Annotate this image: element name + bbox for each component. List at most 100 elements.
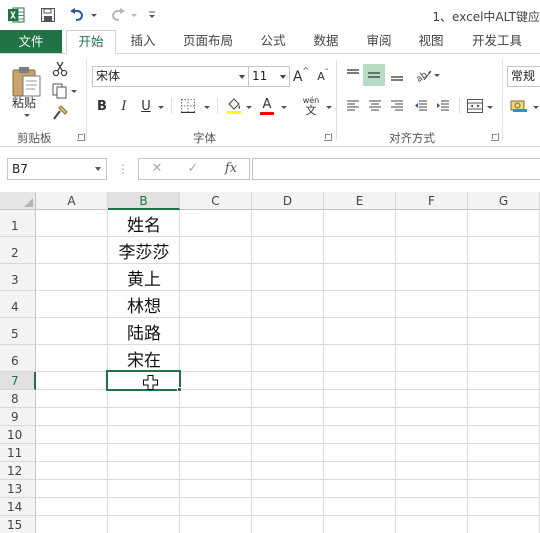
tab-insert[interactable]: 插入 [120,30,166,54]
paste-dropdown-icon[interactable] [24,114,30,117]
select-all-button[interactable] [0,192,36,210]
accounting-dropdown-icon[interactable] [533,106,539,109]
decrease-indent-button[interactable] [410,96,432,116]
fill-color-button[interactable] [224,96,244,116]
cell-b1[interactable]: 姓名 [108,210,180,236]
row-header-5[interactable]: 5 [0,318,36,345]
borders-button[interactable] [178,97,198,115]
row-header-8[interactable]: 8 [0,390,36,408]
row-header-2[interactable]: 2 [0,237,36,264]
format-painter-icon [53,105,68,120]
tab-home[interactable]: 开始 [66,30,116,54]
column-header-f[interactable]: F [396,192,468,210]
clipboard-dialog-launcher[interactable] [77,133,85,141]
row-header-15[interactable]: 15 [0,516,36,533]
column-header-g[interactable]: G [468,192,540,210]
increase-font-icon: A [292,68,303,85]
cancel-button[interactable]: ✕ [146,158,168,180]
paste-label[interactable]: 粘贴 [12,94,36,111]
save-button[interactable] [38,5,58,25]
merge-cells-icon [467,99,483,113]
tab-view[interactable]: 视图 [408,30,454,54]
fill-color-dropdown-icon[interactable] [246,106,252,109]
redo-dropdown-icon[interactable] [131,14,137,17]
paint-bucket-icon [227,98,241,114]
row-header-14[interactable]: 14 [0,498,36,516]
cell-b6[interactable]: 宋在 [108,345,180,371]
name-box[interactable]: B7 [7,158,107,180]
alignment-dialog-launcher[interactable] [491,133,499,141]
align-left-button[interactable] [342,96,364,116]
merge-dropdown-icon[interactable] [487,106,493,109]
column-header-c[interactable]: C [180,192,252,210]
tab-formulas[interactable]: 公式 [250,30,296,54]
accounting-format-button[interactable] [508,96,530,116]
tab-page-layout[interactable]: 页面布局 [175,30,241,54]
phonetic-guide-button[interactable]: wén 文 [298,94,324,118]
row-header-1[interactable]: 1 [0,210,36,237]
underline-button[interactable]: U [138,96,154,116]
decrease-font-size-button[interactable]: Aˇ [315,66,331,87]
increase-font-size-button[interactable]: A ^ [293,66,309,87]
font-name-value: 宋体 [96,69,121,83]
middle-align-button[interactable] [363,64,385,86]
format-painter-button[interactable] [50,104,70,122]
underline-dropdown-icon[interactable] [158,106,164,109]
row-header-7[interactable]: 7 [0,372,36,390]
phonetic-dropdown-icon[interactable] [326,106,332,109]
bottom-align-button[interactable] [386,64,408,86]
font-dialog-launcher[interactable] [324,133,332,141]
row-header-11[interactable]: 11 [0,444,36,462]
bold-button[interactable]: B [94,96,110,116]
cell-b4[interactable]: 林想 [108,291,180,317]
more-options-icon[interactable]: ⋮ [116,158,130,180]
tab-data[interactable]: 数据 [303,30,349,54]
copy-button[interactable] [50,82,70,100]
alignment-group-label: 对齐方式 [389,131,435,145]
align-center-button[interactable] [364,96,386,116]
font-name-combobox[interactable]: 宋体 [92,66,249,87]
fill-handle[interactable] [177,387,182,392]
font-size-combobox[interactable]: 11 [248,66,290,87]
cell-b5[interactable]: 陆路 [108,318,180,344]
cell-b2[interactable]: 李莎莎 [108,237,180,263]
align-right-button[interactable] [386,96,408,116]
tab-review[interactable]: 审阅 [356,30,402,54]
redo-button[interactable] [107,5,129,25]
copy-dropdown-icon[interactable] [71,90,77,93]
undo-dropdown-icon[interactable] [91,14,97,17]
tab-developer[interactable]: 开发工具 [464,30,530,54]
row-header-3[interactable]: 3 [0,264,36,291]
row-header-9[interactable]: 9 [0,408,36,426]
row-header-13[interactable]: 13 [0,480,36,498]
borders-dropdown-icon[interactable] [204,106,210,109]
italic-icon: I [121,98,127,114]
column-header-b[interactable]: B [108,192,180,210]
row-header-6[interactable]: 6 [0,345,36,372]
increase-indent-button[interactable] [432,96,454,116]
top-align-button[interactable] [342,64,364,86]
separator [459,98,460,114]
italic-button[interactable]: I [116,96,132,116]
formula-input[interactable] [252,158,540,180]
column-header-e[interactable]: E [324,192,396,210]
font-color-dropdown-icon[interactable] [281,106,287,109]
row-header-12[interactable]: 12 [0,462,36,480]
orientation-dropdown-icon[interactable] [434,74,440,77]
enter-button[interactable]: ✓ [182,158,204,180]
customize-quick-access-button[interactable] [145,5,159,25]
cell-b3[interactable]: 黄上 [108,264,180,290]
number-format-combobox[interactable]: 常规 [507,66,540,87]
font-color-button[interactable]: A [258,96,276,116]
separator [502,60,503,140]
column-header-d[interactable]: D [252,192,324,210]
row-header-10[interactable]: 10 [0,426,36,444]
undo-button[interactable] [66,5,88,25]
row-header-4[interactable]: 4 [0,291,36,318]
insert-function-button[interactable]: fx [218,158,244,180]
orientation-button[interactable]: ab [413,64,435,86]
cut-button[interactable] [50,60,70,78]
column-header-a[interactable]: A [36,192,108,210]
tab-file[interactable]: 文件 [0,30,62,54]
merge-center-button[interactable] [464,96,486,116]
